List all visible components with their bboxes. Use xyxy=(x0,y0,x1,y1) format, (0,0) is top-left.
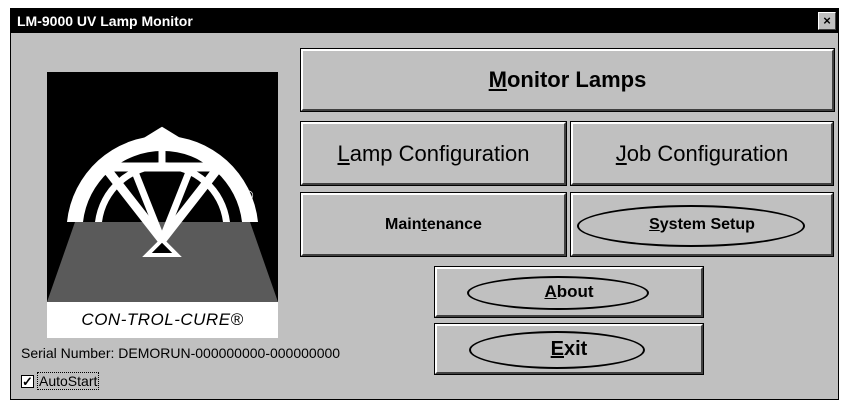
maintenance-button[interactable]: Maintenance xyxy=(300,192,567,257)
registered-mark: ® xyxy=(243,187,254,203)
autostart-checkbox[interactable]: ✓ xyxy=(21,373,34,389)
lamp-configuration-label: Lamp Configuration xyxy=(337,140,530,166)
job-configuration-button[interactable]: Job Configuration xyxy=(570,121,834,186)
window-title: LM-9000 UV Lamp Monitor xyxy=(17,13,193,29)
exit-label: Exit xyxy=(550,337,588,360)
autostart-label[interactable]: AutoStart xyxy=(37,372,100,390)
monitor-lamps-label: Monitor Lamps xyxy=(488,67,647,92)
serial-number: Serial Number: DEMORUN-000000000-0000000… xyxy=(21,345,341,361)
autostart-option[interactable]: ✓ AutoStart xyxy=(21,372,100,390)
job-configuration-label: Job Configuration xyxy=(615,140,789,166)
exit-button[interactable]: Exit xyxy=(434,323,704,375)
logo-label: CON-TROL-CURE® xyxy=(47,302,278,338)
con-trol-cure-logo: ® CON-TROL-CURE® xyxy=(47,72,278,338)
monitor-lamps-button[interactable]: Monitor Lamps xyxy=(300,48,835,112)
maintenance-label: Maintenance xyxy=(385,215,482,233)
close-icon: × xyxy=(823,13,831,28)
close-button[interactable]: × xyxy=(818,12,836,30)
title-bar: LM-9000 UV Lamp Monitor × xyxy=(11,9,838,33)
main-window: LM-9000 UV Lamp Monitor × ® CON-TROL-CUR… xyxy=(10,8,839,400)
system-setup-label: System Setup xyxy=(649,215,755,233)
about-button[interactable]: About xyxy=(434,266,704,318)
lamp-configuration-button[interactable]: Lamp Configuration xyxy=(300,121,567,186)
checkmark-icon: ✓ xyxy=(22,373,33,389)
system-setup-button[interactable]: System Setup xyxy=(570,192,834,257)
about-label: About xyxy=(544,282,594,301)
